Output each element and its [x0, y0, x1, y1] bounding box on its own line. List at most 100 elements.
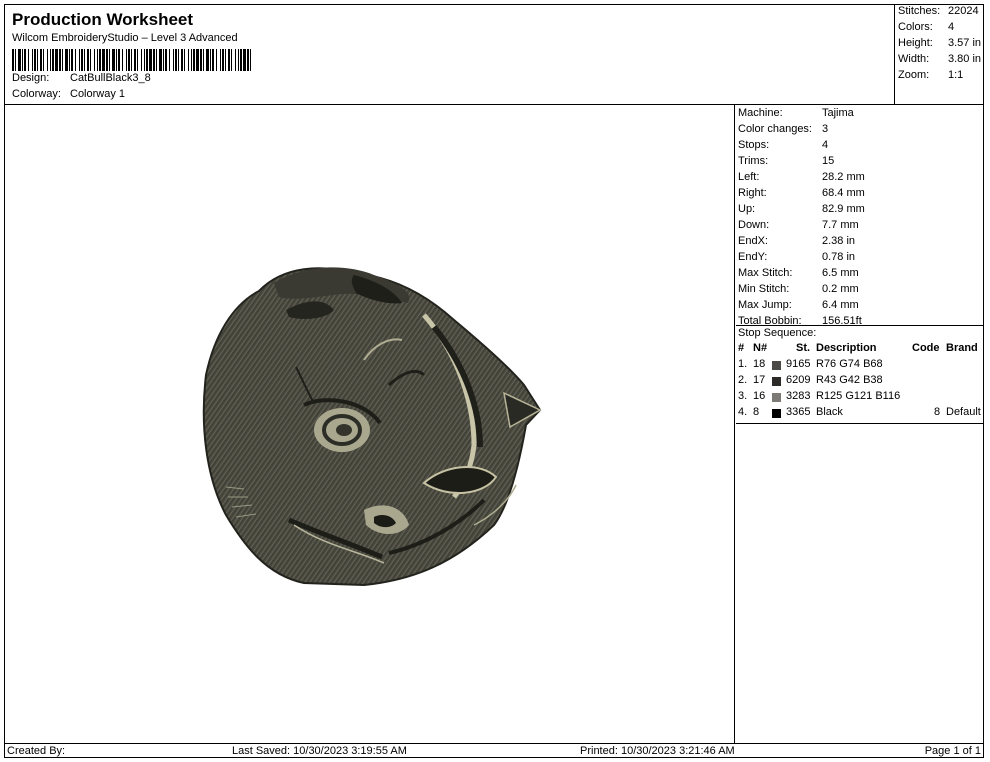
info-row: EndY: 0.78 in	[738, 249, 855, 265]
row-num: 1.	[738, 358, 748, 370]
info-row: Max Jump: 6.4 mm	[738, 297, 859, 313]
table-row: 2. 17 6209 R43 G42 B38	[738, 374, 982, 390]
row-stitches: 3283	[786, 390, 811, 402]
info-label: Max Stitch:	[738, 267, 793, 279]
embroidery-design-image	[202, 267, 542, 587]
summary-value: 22024	[948, 5, 979, 17]
summary-value: 3.80 in	[948, 53, 982, 65]
info-label: Max Jump:	[738, 299, 792, 311]
col-code: Code	[912, 342, 940, 354]
summary-label: Width:	[898, 53, 930, 65]
color-swatch	[772, 393, 781, 402]
info-row: Up: 82.9 mm	[738, 201, 865, 217]
row-stitches: 3365	[786, 406, 811, 418]
info-row: Max Stitch: 6.5 mm	[738, 265, 859, 281]
info-row: Trims: 15	[738, 153, 834, 169]
row-description: Black	[816, 406, 843, 418]
color-swatch	[772, 409, 781, 418]
stop-sequence-title: Stop Sequence:	[738, 327, 817, 339]
table-row: 4. 8 3365 Black 8 Default	[738, 406, 982, 422]
info-label: Min Stitch:	[738, 283, 790, 295]
info-value: 4	[822, 139, 829, 151]
row-needle: 16	[753, 390, 766, 402]
info-value: 0.78 in	[822, 251, 856, 263]
row-description: R125 G121 B116	[816, 390, 901, 402]
info-row: Down: 7.7 mm	[738, 217, 859, 233]
info-row: Min Stitch: 0.2 mm	[738, 281, 859, 297]
summary-box: Stitches: 22024 Colors: 4 Height: 3.57 in W…	[895, 4, 984, 105]
info-value: 68.4 mm	[822, 187, 865, 199]
row-num: 4.	[738, 406, 748, 418]
summary-label: Colors:	[898, 21, 933, 33]
worksheet-header: Production Worksheet Wilcom EmbroiderySt…	[4, 4, 895, 105]
info-value: 82.9 mm	[822, 203, 865, 215]
info-label: EndY:	[738, 251, 768, 263]
summary-value: 3.57 in	[948, 37, 982, 49]
summary-label: Stitches:	[898, 5, 941, 17]
info-value: 7.7 mm	[822, 219, 859, 231]
col-stitches: St.	[796, 342, 811, 354]
row-stitches: 9165	[786, 358, 811, 370]
info-label: EndX:	[738, 235, 768, 247]
page-title: Production Worksheet	[12, 10, 194, 29]
col-brand: Brand	[946, 342, 978, 354]
col-needle: N#	[753, 342, 768, 354]
colorway-label: Colorway:	[12, 88, 61, 100]
barcode	[12, 49, 251, 71]
info-row: Machine: Tajima	[738, 105, 854, 121]
summary-row: Height: 3.57 in	[898, 37, 981, 49]
info-row: Color changes: 3	[738, 121, 828, 137]
row-stitches: 6209	[786, 374, 811, 386]
info-label: Right:	[738, 187, 767, 199]
row-needle: 17	[753, 374, 766, 386]
summary-row: Colors: 4	[898, 21, 954, 33]
row-description: R76 G74 B68	[816, 358, 883, 370]
colorway-row: Colorway: Colorway 1	[12, 88, 125, 100]
row-num: 3.	[738, 390, 748, 402]
created-by: Created By:	[7, 745, 66, 757]
software-name: Wilcom EmbroideryStudio – Level 3 Advanc…	[12, 32, 238, 44]
printed-date: Printed: 10/30/2023 3:21:46 AM	[580, 745, 735, 757]
divider	[736, 325, 984, 326]
row-needle: 8	[753, 406, 760, 418]
info-value: 6.5 mm	[822, 267, 859, 279]
info-value: 15	[822, 155, 835, 167]
summary-value: 1:1	[948, 69, 964, 81]
colorway-value: Colorway 1	[70, 88, 126, 100]
info-label: Left:	[738, 171, 760, 183]
table-row: 1. 18 9165 R76 G74 B68	[738, 358, 982, 374]
row-needle: 18	[753, 358, 766, 370]
info-value: 28.2 mm	[822, 171, 865, 183]
info-label: Up:	[738, 203, 756, 215]
info-row: Stops: 4	[738, 137, 828, 153]
color-swatch	[772, 377, 781, 386]
row-description: R43 G42 B38	[816, 374, 883, 386]
design-value: CatBullBlack3_8	[70, 72, 151, 84]
summary-label: Zoom:	[898, 69, 930, 81]
info-label: Machine:	[738, 107, 783, 119]
row-num: 2.	[738, 374, 748, 386]
info-value: Tajima	[822, 107, 854, 119]
summary-row: Width: 3.80 in	[898, 53, 981, 65]
page-number: Page 1 of 1	[924, 745, 981, 757]
info-row: Left: 28.2 mm	[738, 169, 865, 185]
summary-row: Zoom: 1:1	[898, 69, 963, 81]
info-row: EndX: 2.38 in	[738, 233, 855, 249]
summary-label: Height:	[898, 37, 933, 49]
worksheet-footer: Created By: Last Saved: 10/30/2023 3:19:…	[4, 743, 984, 758]
stop-table-header: # N# St. Description Code Brand	[738, 342, 982, 358]
col-description: Description	[816, 342, 877, 354]
info-value: 2.38 in	[822, 235, 856, 247]
design-preview	[4, 105, 735, 743]
last-saved: Last Saved: 10/30/2023 3:19:55 AM	[232, 745, 407, 757]
row-brand: Default	[946, 406, 981, 418]
info-label: Color changes:	[738, 123, 812, 135]
design-label: Design:	[12, 72, 50, 84]
row-code: 8	[934, 406, 941, 418]
color-swatch	[772, 361, 781, 370]
col-num: #	[738, 342, 745, 354]
info-value: 6.4 mm	[822, 299, 859, 311]
table-row: 3. 16 3283 R125 G121 B116	[738, 390, 982, 406]
info-label: Down:	[738, 219, 770, 231]
info-row: Right: 68.4 mm	[738, 185, 865, 201]
